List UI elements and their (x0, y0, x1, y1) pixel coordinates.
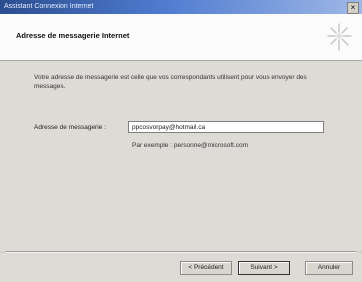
description-text: Votre adresse de messagerie est celle qu… (34, 74, 307, 90)
email-label: Adresse de messagerie : (34, 124, 106, 131)
wizard-starburst-icon (327, 23, 352, 51)
wizard-header: Adresse de messagerie Internet (0, 14, 362, 61)
next-button[interactable]: Suivant > (238, 261, 290, 275)
title-bar[interactable]: Assistant Connexion Internet × (0, 0, 362, 14)
close-button[interactable]: × (347, 2, 359, 14)
cancel-button[interactable]: Annuler (305, 261, 353, 275)
previous-button[interactable]: < Précédent (180, 261, 232, 275)
wizard-window: Assistant Connexion Internet × Adresse d… (0, 0, 362, 282)
wizard-footer: < Précédent Suivant > Annuler (0, 253, 362, 282)
example-text: Par exemple : personne@microsoft.com (132, 142, 249, 149)
wizard-content: Votre adresse de messagerie est celle qu… (0, 61, 362, 251)
page-title: Adresse de messagerie Internet (16, 31, 130, 40)
email-field[interactable] (128, 121, 324, 133)
window-title: Assistant Connexion Internet (4, 3, 94, 10)
